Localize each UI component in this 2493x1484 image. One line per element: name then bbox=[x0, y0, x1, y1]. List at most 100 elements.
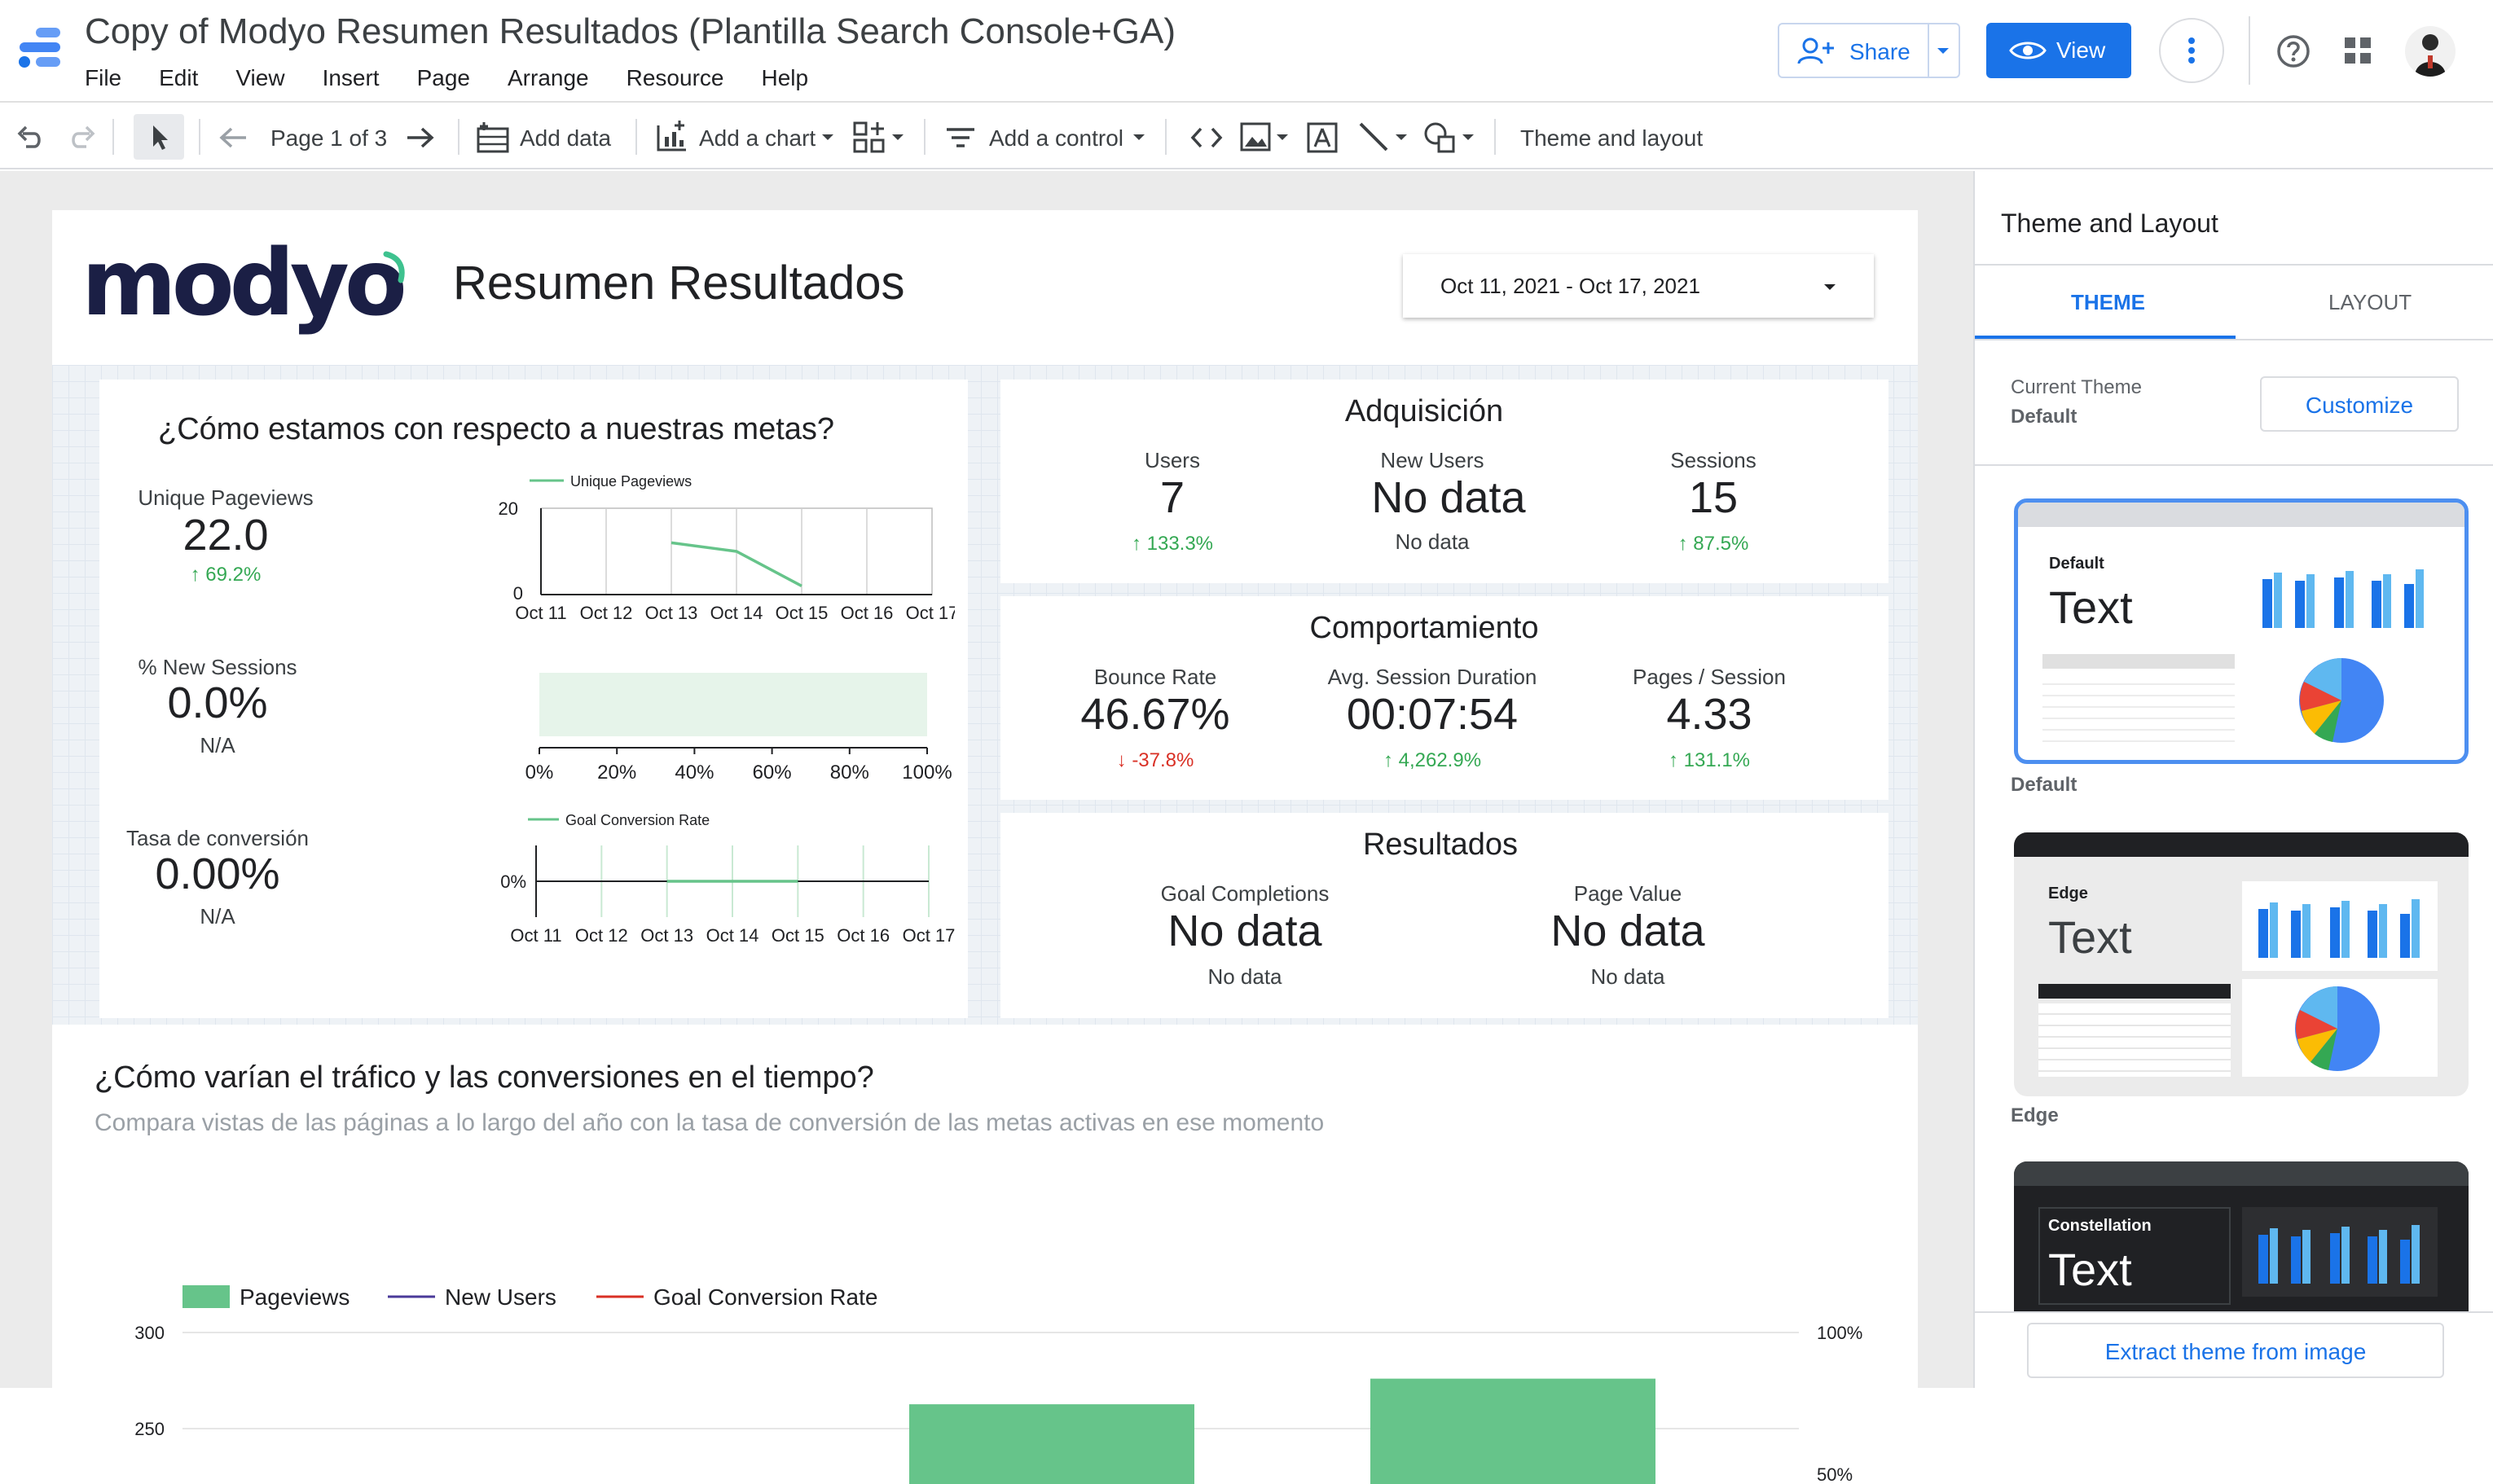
text-box-icon[interactable] bbox=[1307, 122, 1338, 153]
document-title[interactable]: Copy of Modyo Resumen Resultados (Planti… bbox=[85, 11, 1176, 52]
x-tick-label: 80% bbox=[830, 762, 869, 784]
code-embed-icon[interactable] bbox=[1189, 125, 1224, 150]
plot-area bbox=[539, 673, 927, 736]
x-tick-label: 0% bbox=[525, 762, 554, 784]
add-chart-icon[interactable] bbox=[655, 119, 689, 153]
add-chart-button[interactable]: Add a chart bbox=[699, 125, 816, 151]
delta-text: 69.2% bbox=[205, 564, 262, 586]
theme-layout-panel: Theme and Layout THEME LAYOUT Current Th… bbox=[1973, 171, 2493, 1388]
menu-help[interactable]: Help bbox=[761, 65, 808, 91]
menu-file[interactable]: File bbox=[85, 65, 121, 91]
theme-and-layout-button[interactable]: Theme and layout bbox=[1520, 125, 1703, 151]
legend-swatch bbox=[182, 1285, 230, 1308]
theme-card-edge[interactable]: Edge Text bbox=[2014, 832, 2469, 1096]
x-tick-label: Oct 15 bbox=[776, 603, 829, 623]
toolbar-divider bbox=[924, 119, 926, 155]
view-button[interactable]: View bbox=[1986, 23, 2131, 78]
card-top-bar bbox=[2018, 503, 2464, 527]
help-icon[interactable] bbox=[2276, 34, 2311, 68]
avatar[interactable] bbox=[2405, 26, 2456, 77]
page-indicator[interactable]: Page 1 of 3 bbox=[270, 125, 387, 151]
header-divider bbox=[2249, 16, 2250, 85]
x-tick-label: Oct 11 bbox=[515, 603, 566, 623]
traffic-combo-chart[interactable]: Pageviews New Users Goal Conversion Rate 30… bbox=[68, 1025, 1893, 1484]
behavior-title: Comportamiento bbox=[1309, 611, 1539, 645]
card-title: Constellation bbox=[2048, 1217, 2152, 1235]
select-tool-button[interactable] bbox=[134, 114, 184, 160]
shapes-icon[interactable] bbox=[1422, 121, 1457, 155]
data-studio-logo-icon[interactable] bbox=[15, 24, 65, 75]
menu-insert[interactable]: Insert bbox=[323, 65, 380, 91]
goal-completions-value: No data bbox=[1167, 907, 1322, 955]
legend-label: New Users bbox=[445, 1284, 556, 1310]
unique-pageviews-line-chart[interactable]: 20 0Oct 11 Oct 12 Oct 13 Oct 14 Oct 15 Oct 16 O… bbox=[368, 464, 955, 627]
tab-layout[interactable]: LAYOUT bbox=[2328, 290, 2412, 315]
up-arrow-icon: ↑ bbox=[1383, 749, 1399, 771]
extract-theme-button[interactable]: Extract theme from image bbox=[2027, 1323, 2444, 1378]
theme-card-constellation[interactable]: Constellation Text bbox=[2014, 1161, 2469, 1311]
menu-resource[interactable]: Resource bbox=[627, 65, 724, 91]
logo-text: modyo bbox=[81, 231, 407, 336]
previous-page-icon[interactable] bbox=[218, 125, 248, 150]
current-theme-label: Current Theme bbox=[2011, 376, 2142, 398]
new-sessions-bar-chart[interactable]: 0% 20% 40% 60% 80% 100% bbox=[368, 665, 955, 795]
page-value-delta: No data bbox=[1590, 964, 1665, 989]
behavior-panel[interactable]: Comportamiento Bounce Rate 46.67% ↓ -37.… bbox=[1000, 596, 1888, 800]
tab-theme[interactable]: THEME bbox=[2071, 290, 2145, 315]
menu-page[interactable]: Page bbox=[417, 65, 470, 91]
conversion-rate-label: Tasa de conversión bbox=[125, 826, 310, 850]
image-icon[interactable] bbox=[1240, 122, 1271, 151]
x-tick-label: 40% bbox=[675, 762, 714, 784]
view-label: View bbox=[2056, 37, 2106, 63]
share-label: Share bbox=[1849, 39, 1910, 64]
menu-edit[interactable]: Edit bbox=[159, 65, 198, 91]
menu-view[interactable]: View bbox=[235, 65, 284, 91]
next-page-icon[interactable] bbox=[406, 125, 435, 150]
menu-arrange[interactable]: Arrange bbox=[508, 65, 589, 91]
bounce-rate-value: 46.67% bbox=[1080, 690, 1230, 739]
sessions-label: Sessions bbox=[1670, 448, 1757, 472]
unique-pageviews-delta: ↑ 69.2% bbox=[124, 564, 328, 586]
goals-panel[interactable]: ¿Cómo estamos con respecto a nuestras me… bbox=[99, 380, 968, 1018]
theme-card-default[interactable]: Default Text bbox=[2014, 498, 2469, 764]
share-dropdown-icon[interactable] bbox=[1936, 47, 1950, 55]
avg-session-duration-value: 00:07:54 bbox=[1346, 690, 1519, 739]
bounce-rate-label: Bounce Rate bbox=[1093, 665, 1217, 689]
report-title: Resumen Resultados bbox=[453, 257, 905, 310]
add-data-button[interactable]: Add data bbox=[520, 125, 611, 151]
card-bar-line bbox=[2042, 654, 2235, 669]
acquisition-panel[interactable]: Adquisición Users 7 ↑ 133.3% New Users N… bbox=[1000, 380, 1888, 583]
card-top-bar bbox=[2014, 832, 2469, 857]
toolbar-divider bbox=[199, 119, 200, 155]
legend-label: Pageviews bbox=[240, 1284, 350, 1310]
share-button[interactable]: Share bbox=[1778, 23, 1960, 78]
more-options-icon[interactable] bbox=[2159, 18, 2224, 83]
customize-button[interactable]: Customize bbox=[2260, 376, 2459, 432]
results-panel[interactable]: Resultados Goal Completions No data No d… bbox=[1000, 813, 1888, 1018]
y-tick-label: 20 bbox=[499, 498, 518, 519]
community-visualizations-icon[interactable] bbox=[852, 121, 886, 155]
y-right-tick-label: 100% bbox=[1817, 1323, 1862, 1343]
current-theme-value: Default bbox=[2011, 406, 2078, 428]
redo-icon[interactable] bbox=[68, 124, 96, 150]
chevron-down-icon bbox=[1132, 134, 1145, 142]
goal-completions-label: Goal Completions bbox=[1160, 881, 1330, 906]
goal-conversion-line-chart[interactable]: 0% Oct 11 Oct 12 Oct 13 Oct 14 Oct 15 Oct 16 Oc… bbox=[368, 806, 955, 969]
add-control-button[interactable]: Add a control bbox=[989, 125, 1123, 151]
undo-icon[interactable] bbox=[16, 124, 44, 150]
chevron-down-icon bbox=[1824, 284, 1836, 290]
report-page: modyo Resumen Resultados Oct 11, 2021 - … bbox=[52, 210, 1918, 1484]
apps-grid-icon[interactable] bbox=[2345, 37, 2371, 64]
date-range-picker[interactable]: Oct 11, 2021 - Oct 17, 2021 bbox=[1403, 254, 1874, 318]
pages-per-session-value: 4.33 bbox=[1666, 690, 1752, 739]
pages-per-session-delta: ↑ 131.1% bbox=[1603, 749, 1815, 772]
add-data-icon[interactable] bbox=[476, 121, 510, 153]
bounce-rate-delta: ↓ -37.8% bbox=[1049, 749, 1261, 772]
filter-icon[interactable] bbox=[945, 127, 976, 148]
toolbar-divider bbox=[112, 119, 114, 155]
chevron-down-icon bbox=[1395, 134, 1408, 142]
y-tick-label: 0 bbox=[513, 583, 523, 604]
tabs-divider bbox=[1975, 339, 2493, 340]
line-icon[interactable] bbox=[1357, 121, 1390, 153]
users-value: 7 bbox=[1159, 473, 1185, 522]
